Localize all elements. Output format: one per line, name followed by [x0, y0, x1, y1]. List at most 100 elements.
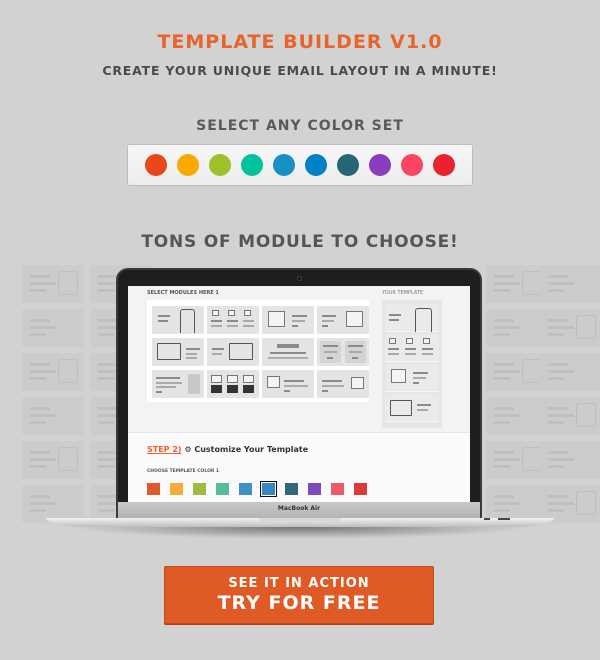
module-image-text[interactable] [262, 370, 314, 398]
color-swatch-lime[interactable] [209, 154, 231, 176]
line [268, 357, 308, 359]
template-color-option[interactable] [308, 483, 321, 495]
background-tile [22, 397, 84, 435]
line [388, 348, 399, 350]
line [30, 465, 46, 468]
line [548, 451, 568, 454]
step2-title: Customize Your Template [194, 445, 309, 454]
block [227, 385, 238, 393]
color-swatch-blue[interactable] [305, 154, 327, 176]
image-icon [351, 377, 364, 389]
line [277, 344, 299, 348]
module-text-small-image[interactable] [317, 370, 369, 398]
line [548, 370, 574, 373]
module-two-cards[interactable] [317, 338, 369, 366]
template-color-option[interactable] [216, 483, 229, 495]
line [158, 315, 170, 317]
laptop-screen: SELECT MODULES HERE 1 YOUR TEMPLATE STEP… [128, 286, 470, 504]
color-swatch-slate[interactable] [337, 154, 359, 176]
template-color-option[interactable] [239, 483, 252, 495]
line [417, 404, 431, 406]
line [389, 319, 399, 321]
image-icon [243, 375, 254, 383]
color-swatch-amber[interactable] [177, 154, 199, 176]
color-swatch-pink[interactable] [401, 154, 423, 176]
line [494, 458, 520, 461]
line [422, 353, 433, 355]
module-text-image-right[interactable] [317, 306, 369, 334]
line [292, 320, 305, 322]
module-text-phone[interactable] [152, 306, 204, 334]
color-swatch-orange-red[interactable] [145, 154, 167, 176]
line [494, 421, 510, 424]
line [494, 495, 514, 498]
module-centered-text[interactable] [262, 338, 314, 366]
line [494, 326, 520, 329]
line [156, 382, 182, 384]
color-swatch-teal[interactable] [241, 154, 263, 176]
line [98, 509, 114, 512]
template-module-image-text[interactable] [385, 364, 439, 392]
color-swatch-sky-blue[interactable] [273, 154, 295, 176]
color-swatch-purple[interactable] [369, 154, 391, 176]
line [548, 407, 568, 410]
background-tile [540, 441, 600, 479]
background-tile [22, 441, 84, 479]
template-color-option[interactable] [170, 483, 183, 495]
frame-icon [576, 403, 596, 427]
line [322, 315, 336, 317]
module-box-left-text[interactable] [152, 338, 204, 366]
try-for-free-button[interactable]: SEE IT IN ACTION TRY FOR FREE [164, 566, 434, 624]
line [405, 353, 416, 355]
module-image-left-text[interactable] [262, 306, 314, 334]
phone-icon [180, 309, 195, 333]
line [98, 465, 114, 468]
template-color-option[interactable] [331, 483, 344, 495]
template-color-option[interactable] [285, 483, 298, 495]
line [30, 377, 46, 380]
line [211, 320, 222, 322]
template-module-columns[interactable] [385, 334, 439, 362]
line [548, 275, 568, 278]
laptop-notch [259, 518, 341, 522]
line [323, 345, 338, 347]
line [212, 353, 222, 355]
line [30, 363, 50, 366]
line [548, 458, 574, 461]
template-module-box-text[interactable] [385, 394, 439, 422]
module-text-box-right[interactable] [207, 338, 259, 366]
module-three-image-cards[interactable] [207, 370, 259, 398]
line [186, 348, 200, 350]
line [548, 289, 564, 292]
color-swatch-red[interactable] [433, 154, 455, 176]
template-color-option[interactable] [147, 483, 160, 495]
frame-icon [157, 343, 181, 360]
module-text-sidebar[interactable] [152, 370, 204, 398]
template-module-phone[interactable] [385, 304, 439, 332]
line [98, 421, 114, 424]
select-modules-label: SELECT MODULES HERE 1 [147, 290, 219, 296]
image-icon [389, 338, 396, 344]
template-color-option[interactable] [193, 483, 206, 495]
line [494, 509, 510, 512]
line [494, 363, 514, 366]
line [494, 502, 520, 505]
line [30, 509, 46, 512]
line [348, 345, 363, 347]
frame-icon [58, 359, 78, 383]
line [494, 282, 520, 285]
line [494, 451, 514, 454]
template-color-option[interactable] [354, 483, 367, 495]
line [30, 407, 50, 410]
line [413, 372, 428, 374]
button-shape [352, 357, 358, 359]
cta-top-line: SEE IT IN ACTION [228, 576, 370, 591]
color-set-picker [127, 144, 473, 186]
template-color-option[interactable] [260, 481, 277, 497]
line [548, 495, 568, 498]
module-three-columns[interactable] [207, 306, 259, 334]
line [548, 282, 574, 285]
line [30, 414, 56, 417]
line [30, 495, 50, 498]
background-tile [486, 309, 548, 347]
